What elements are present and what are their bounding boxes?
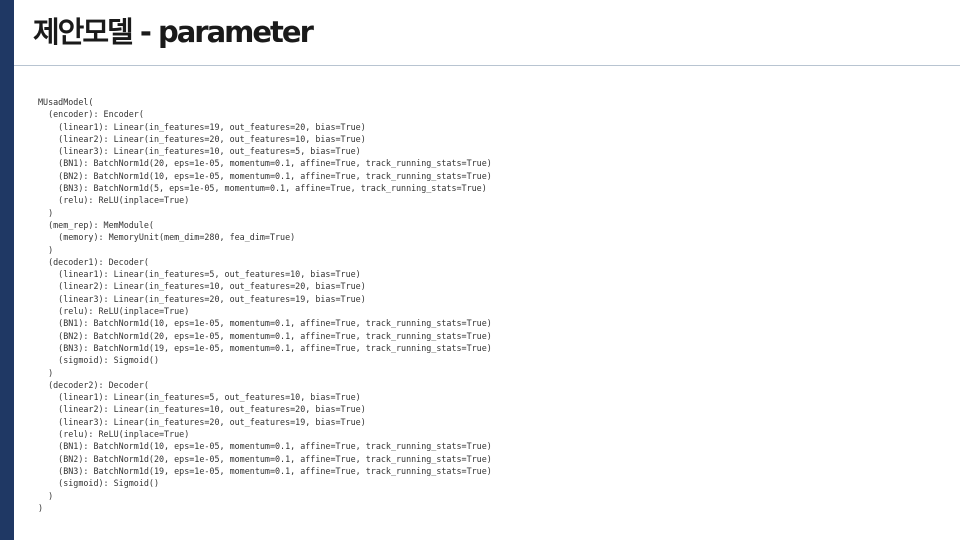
code-line: (encoder): Encoder( — [38, 109, 144, 120]
code-line: (BN1): BatchNorm1d(20, eps=1e-05, moment… — [38, 158, 492, 169]
code-line: (linear3): Linear(in_features=20, out_fe… — [38, 416, 366, 427]
code-line: ) — [38, 502, 44, 513]
code-line: (BN2): BatchNorm1d(20, eps=1e-05, moment… — [38, 453, 492, 464]
code-line: (BN3): BatchNorm1d(19, eps=1e-05, moment… — [38, 342, 492, 353]
code-line: (decoder2): Decoder( — [38, 379, 149, 390]
code-line: (relu): ReLU(inplace=True) — [38, 306, 190, 317]
code-line: (mem_rep): MemModule( — [38, 219, 154, 230]
title-divider — [14, 65, 960, 66]
code-line: (relu): ReLU(inplace=True) — [38, 195, 190, 206]
code-line: (linear1): Linear(in_features=5, out_fea… — [38, 392, 361, 403]
code-line: (BN1): BatchNorm1d(10, eps=1e-05, moment… — [38, 441, 492, 452]
code-line: (BN2): BatchNorm1d(10, eps=1e-05, moment… — [38, 170, 492, 181]
code-line: (sigmoid): Sigmoid() — [38, 355, 160, 366]
code-line: (BN3): BatchNorm1d(5, eps=1e-05, momentu… — [38, 183, 487, 194]
code-line: (BN1): BatchNorm1d(10, eps=1e-05, moment… — [38, 318, 492, 329]
code-line: (linear2): Linear(in_features=20, out_fe… — [38, 133, 366, 144]
slide: 제안모델 - parameter MUsadModel( (encoder): … — [0, 0, 960, 540]
code-line: (sigmoid): Sigmoid() — [38, 478, 160, 489]
code-line: (linear1): Linear(in_features=19, out_fe… — [38, 121, 366, 132]
code-line: (linear2): Linear(in_features=10, out_fe… — [38, 281, 366, 292]
code-line: ) — [38, 367, 54, 378]
code-line: ) — [38, 244, 54, 255]
code-line: (linear1): Linear(in_features=5, out_fea… — [38, 269, 361, 280]
slide-title: 제안모델 - parameter — [33, 15, 314, 49]
code-line: MUsadModel( — [38, 97, 94, 107]
code-line: (BN2): BatchNorm1d(20, eps=1e-05, moment… — [38, 330, 492, 341]
code-line: (linear3): Linear(in_features=20, out_fe… — [38, 293, 366, 304]
code-line: (linear2): Linear(in_features=10, out_fe… — [38, 404, 366, 415]
code-line: (memory): MemoryUnit(mem_dim=280, fea_di… — [38, 232, 296, 243]
code-line: ) — [38, 207, 54, 218]
left-accent-bar — [0, 0, 14, 540]
model-code-block: MUsadModel( (encoder): Encoder( (linear1… — [38, 96, 492, 514]
code-line: ) — [38, 490, 54, 501]
code-line: (relu): ReLU(inplace=True) — [38, 429, 190, 440]
code-line: (decoder1): Decoder( — [38, 256, 149, 267]
code-line: (linear3): Linear(in_features=10, out_fe… — [38, 146, 361, 157]
code-line: (BN3): BatchNorm1d(19, eps=1e-05, moment… — [38, 465, 492, 476]
